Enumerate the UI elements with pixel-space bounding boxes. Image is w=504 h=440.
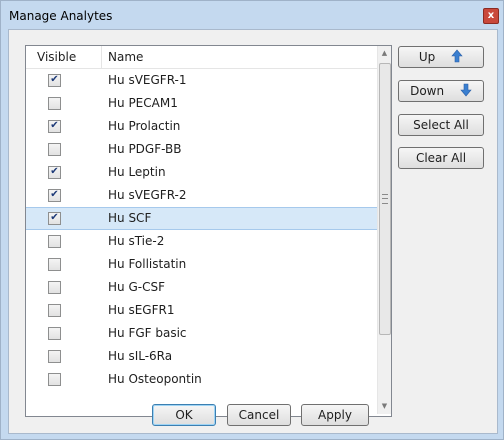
analyte-name: Hu Follistatin (108, 257, 187, 271)
arrow-up-icon (451, 49, 463, 63)
ok-button[interactable]: OK (152, 404, 216, 426)
title-bar[interactable]: Manage Analytes x (1, 1, 503, 29)
visible-checkbox[interactable] (48, 350, 61, 363)
list-item[interactable]: Hu sTie-2 (26, 230, 377, 253)
analyte-name: Hu Prolactin (108, 119, 181, 133)
down-button-label: Down (410, 84, 445, 98)
list-item[interactable]: Hu sEGFR1 (26, 299, 377, 322)
analyte-name: Hu FGF basic (108, 326, 187, 340)
visible-checkbox[interactable] (48, 304, 61, 317)
checkmark-icon: ✔ (50, 212, 59, 223)
analyte-name: Hu sTie-2 (108, 234, 165, 248)
manage-analytes-dialog: Manage Analytes x Visible Name ✔ Hu sVEGF… (0, 0, 504, 440)
analyte-name: Hu SCF (108, 211, 152, 225)
analyte-name: Hu PDGF-BB (108, 142, 182, 156)
up-button[interactable]: Up (398, 46, 484, 68)
dialog-title: Manage Analytes (9, 9, 113, 23)
visible-checkbox[interactable]: ✔ (48, 212, 61, 225)
select-all-button[interactable]: Select All (398, 114, 484, 136)
clear-all-button[interactable]: Clear All (398, 147, 484, 169)
checkmark-icon: ✔ (50, 74, 59, 85)
checkmark-icon: ✔ (50, 120, 59, 131)
close-button[interactable]: x (483, 8, 499, 24)
list-header: Visible Name (26, 46, 377, 69)
visible-checkbox[interactable]: ✔ (48, 74, 61, 87)
analytes-list: Visible Name ✔ Hu sVEGFR-1 Hu PECAM1 ✔ Hu Pr… (25, 45, 392, 417)
visible-checkbox[interactable]: ✔ (48, 189, 61, 202)
dialog-body: Visible Name ✔ Hu sVEGFR-1 Hu PECAM1 ✔ Hu Pr… (8, 29, 498, 434)
analyte-name: Hu G-CSF (108, 280, 165, 294)
scroll-down-icon[interactable]: ▼ (378, 399, 391, 414)
apply-button[interactable]: Apply (301, 404, 369, 426)
analyte-name: Hu sVEGFR-2 (108, 188, 187, 202)
list-item[interactable]: ✔ Hu Leptin (26, 161, 377, 184)
list-item[interactable]: ✔ Hu sVEGFR-1 (26, 69, 377, 92)
up-button-label: Up (418, 50, 436, 64)
close-icon: x (487, 10, 495, 21)
list-rows: ✔ Hu sVEGFR-1 Hu PECAM1 ✔ Hu Prolactin Hu PDG… (26, 69, 377, 391)
arrow-down-icon (460, 83, 472, 97)
analyte-name: Hu sIL-6Ra (108, 349, 173, 363)
grip-icon (382, 194, 388, 204)
list-item[interactable]: Hu PECAM1 (26, 92, 377, 115)
vertical-scrollbar[interactable]: ▲ ▼ (377, 46, 391, 414)
list-item[interactable]: Hu FGF basic (26, 322, 377, 345)
scrollbar-thumb[interactable] (379, 63, 391, 335)
list-item[interactable]: ✔ Hu SCF (26, 207, 377, 230)
visible-checkbox[interactable] (48, 327, 61, 340)
scroll-up-icon[interactable]: ▲ (378, 46, 391, 61)
checkmark-icon: ✔ (50, 166, 59, 177)
visible-checkbox[interactable] (48, 143, 61, 156)
analyte-name: Hu Leptin (108, 165, 166, 179)
visible-checkbox[interactable] (48, 258, 61, 271)
analyte-name: Hu Osteopontin (108, 372, 202, 386)
list-item[interactable]: Hu Osteopontin (26, 368, 377, 391)
analyte-name: Hu PECAM1 (108, 96, 178, 110)
visible-checkbox[interactable] (48, 97, 61, 110)
analyte-name: Hu sVEGFR-1 (108, 73, 187, 87)
visible-checkbox[interactable]: ✔ (48, 166, 61, 179)
list-item[interactable]: Hu sIL-6Ra (26, 345, 377, 368)
cancel-button[interactable]: Cancel (227, 404, 291, 426)
column-header-name[interactable]: Name (101, 46, 378, 68)
visible-checkbox[interactable] (48, 373, 61, 386)
down-button[interactable]: Down (398, 80, 484, 102)
column-header-visible[interactable]: Visible (37, 46, 92, 68)
visible-checkbox[interactable] (48, 281, 61, 294)
visible-checkbox[interactable]: ✔ (48, 120, 61, 133)
list-item[interactable]: Hu Follistatin (26, 253, 377, 276)
list-item[interactable]: ✔ Hu sVEGFR-2 (26, 184, 377, 207)
list-item[interactable]: Hu G-CSF (26, 276, 377, 299)
list-item[interactable]: ✔ Hu Prolactin (26, 115, 377, 138)
analyte-name: Hu sEGFR1 (108, 303, 175, 317)
visible-checkbox[interactable] (48, 235, 61, 248)
list-item[interactable]: Hu PDGF-BB (26, 138, 377, 161)
checkmark-icon: ✔ (50, 189, 59, 200)
